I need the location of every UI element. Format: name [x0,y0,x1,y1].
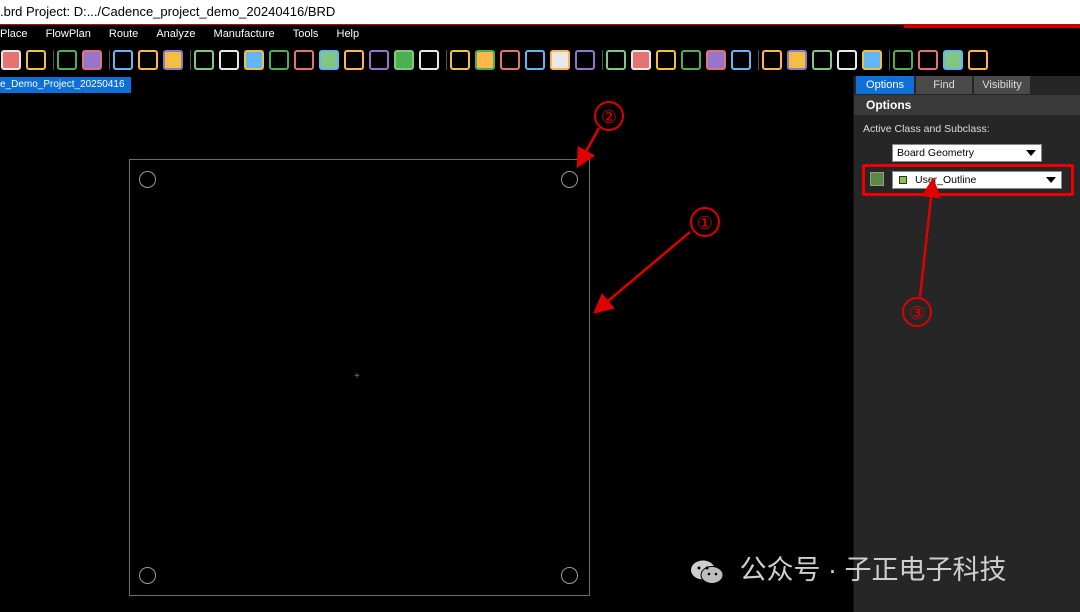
grid-icon[interactable] [450,50,470,70]
redraw-icon[interactable] [394,50,414,70]
window-title: .brd Project: D:.../Cadence_project_demo… [0,4,336,19]
toolbar-separator [53,50,54,70]
color-icon[interactable] [475,50,495,70]
zoom-in-icon[interactable] [294,50,314,70]
class-dropdown-value: Board Geometry [897,147,975,159]
select-icon[interactable] [837,50,857,70]
subclass-dropdown-value: User_Outline [915,174,977,186]
document-tab[interactable]: e_Demo_Project_20250416 [0,77,131,93]
mounting-hole-bottom-right[interactable] [561,567,578,584]
3d-view-icon[interactable] [419,50,439,70]
mounting-hole-top-right[interactable] [561,171,578,188]
sun-icon[interactable] [706,50,726,70]
info-icon[interactable] [631,50,651,70]
class-dropdown[interactable]: Board Geometry [892,144,1042,162]
watermark-text: 公众号 · 子正电子科技 [739,555,1007,585]
origin-marker: + [354,371,360,382]
watermark: 公众号 · 子正电子科技 [690,550,1007,590]
panel-tabs: Options Find Visibility [854,76,1080,94]
fill-icon[interactable] [862,50,882,70]
tab-find[interactable]: Find [916,76,972,94]
hand-icon[interactable] [138,50,158,70]
via-icon[interactable] [812,50,832,70]
visibility-icon[interactable] [606,50,626,70]
menu-analyze[interactable]: Analyze [156,25,195,44]
toolbar-separator [758,50,759,70]
menu-accent-bar [904,25,1080,28]
chip-icon[interactable] [82,50,102,70]
menu-route[interactable]: Route [109,25,138,44]
tab-visibility[interactable]: Visibility [974,76,1030,94]
panel-title: Options [854,95,1080,115]
highlight-icon[interactable] [731,50,751,70]
menu-place[interactable]: Place [0,25,28,44]
menu-tools[interactable]: Tools [293,25,319,44]
menu-manufacture[interactable]: Manufacture [214,25,275,44]
text-icon[interactable] [1,50,21,70]
report-icon[interactable] [550,50,570,70]
shadow-icon[interactable] [681,50,701,70]
document-tab-label: e_Demo_Project_20250416 [0,79,125,90]
subclass-color-swatch[interactable] [870,172,884,186]
options-panel: Options Find Visibility Options Active C… [853,76,1080,612]
rats-icon[interactable] [219,50,239,70]
menu-help[interactable]: Help [337,25,360,44]
place-icon[interactable] [893,50,913,70]
active-class-label: Active Class and Subclass: [863,123,990,135]
window-title-bar: .brd Project: D:.../Cadence_project_demo… [0,0,1080,24]
menu-bar: Place FlowPlan Route Analyze Manufacture… [0,24,1080,44]
camera-icon[interactable] [943,50,963,70]
toolbar-separator [602,50,603,70]
zoom-window-icon[interactable] [269,50,289,70]
void-icon[interactable] [787,50,807,70]
zoom-fit-icon[interactable] [244,50,264,70]
tab-options[interactable]: Options [856,76,914,94]
zoom-world-icon[interactable] [369,50,389,70]
settings-icon[interactable] [575,50,595,70]
add-component-icon[interactable] [57,50,77,70]
toolbar-separator [889,50,890,70]
cube-icon[interactable] [656,50,676,70]
zoom-out-icon[interactable] [319,50,339,70]
layers-icon[interactable] [500,50,520,70]
mounting-hole-top-left[interactable] [139,171,156,188]
subclass-dropdown[interactable]: User_Outline [892,171,1062,189]
toolbar [0,44,1080,76]
toolbar-separator [190,50,191,70]
swap-icon[interactable] [163,50,183,70]
snap-icon[interactable] [918,50,938,70]
menu-flowplan[interactable]: FlowPlan [46,25,91,44]
chevron-down-icon [1026,150,1036,156]
route-icon[interactable] [113,50,133,70]
toolbar-separator [109,50,110,70]
text-edit-icon[interactable] [26,50,46,70]
stack-icon[interactable] [525,50,545,70]
shape-add-icon[interactable] [762,50,782,70]
unrats-icon[interactable] [194,50,214,70]
subclass-color-icon [899,176,907,184]
zoom-prev-icon[interactable] [344,50,364,70]
chevron-down-icon [1046,177,1056,183]
mounting-hole-bottom-left[interactable] [139,567,156,584]
drc-icon[interactable] [968,50,988,70]
toolbar-separator [446,50,447,70]
wechat-icon [691,560,724,584]
